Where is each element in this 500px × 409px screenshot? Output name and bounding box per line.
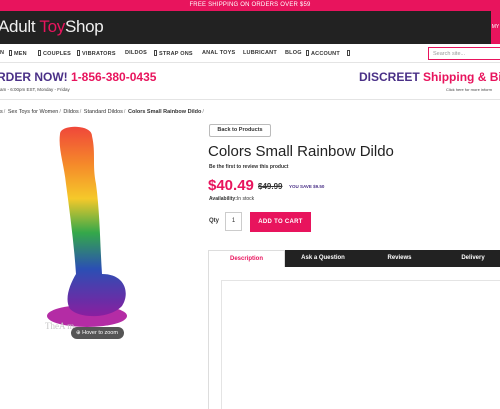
nav-item-men[interactable]: MEN: [9, 50, 27, 57]
couples-icon: [38, 50, 41, 56]
discreet-banner: DISCREET Shipping & Billi: [359, 70, 500, 84]
savings-text: YOU SAVE $9.50: [289, 184, 325, 189]
image-watermark: TheA m: [45, 321, 75, 331]
add-to-cart-button[interactable]: ADD TO CART: [250, 212, 311, 232]
breadcrumb: s/ Sex Toys for Women/ Dildos/ Standard …: [0, 109, 204, 115]
breadcrumb-item[interactable]: Dildos: [63, 109, 78, 115]
nav-item-anal-toys[interactable]: ANAL TOYS: [202, 50, 235, 56]
site-header: Adult ToyShop: [0, 11, 500, 44]
divider: [0, 99, 500, 100]
tab-delivery[interactable]: Delivery: [438, 250, 500, 267]
order-now-banner: RDER NOW! 1-856-380-0435: [0, 70, 157, 84]
strap-ons-icon: [154, 50, 157, 56]
breadcrumb-current: Colors Small Rainbow Dildo: [127, 109, 202, 115]
vibrators-icon: [77, 50, 80, 56]
tab-ask-question[interactable]: Ask a Question: [285, 250, 361, 267]
logo-text-adult: Adult: [0, 17, 40, 36]
hover-to-zoom[interactable]: ⊕ Hover to zoom: [71, 327, 124, 339]
nav-item-account[interactable]: ACCOUNT: [306, 50, 340, 57]
nav-item-vibrators[interactable]: VIBRATORS: [77, 50, 116, 57]
availability: Availability:In stock: [209, 196, 255, 202]
tab-description[interactable]: Description: [208, 250, 285, 267]
search-input[interactable]: Search site...: [428, 47, 500, 60]
site-logo[interactable]: Adult ToyShop: [0, 17, 104, 37]
sale-price: $40.49: [208, 177, 254, 194]
nav-item-couples[interactable]: COUPLES: [38, 50, 71, 57]
account-icon: [306, 50, 309, 56]
discreet-info-link[interactable]: Click here for more inform: [446, 87, 492, 92]
product-image[interactable]: [30, 124, 160, 339]
original-price: $49.99: [258, 182, 283, 191]
logo-text-toy: Toy: [39, 17, 65, 36]
nav-item-strap-ons[interactable]: STRAP ONS: [154, 50, 193, 57]
nav-item-blog[interactable]: BLOG: [285, 50, 302, 56]
breadcrumb-item[interactable]: Standard Dildos: [84, 109, 123, 115]
product-title: Colors Small Rainbow Dildo: [208, 143, 394, 160]
breadcrumb-item[interactable]: s: [0, 109, 3, 115]
free-shipping-banner: FREE SHIPPING ON ORDERS OVER $59: [0, 0, 500, 11]
description-content-frame: [221, 280, 500, 409]
my-account-tab[interactable]: MY: [491, 11, 500, 44]
review-link[interactable]: Be the first to review this product: [209, 164, 288, 170]
qty-label: Qty: [209, 218, 220, 224]
phone-number[interactable]: 1-856-380-0435: [71, 70, 156, 84]
main-nav: N MEN COUPLES VIBRATORS DILDOS STRAP ONS…: [0, 44, 500, 63]
back-to-products-button[interactable]: Back to Products: [209, 124, 271, 137]
nav-item-partial[interactable]: N: [0, 50, 4, 56]
product-tabs: Description Ask a Question Reviews Deliv…: [208, 250, 500, 267]
logo-text-shop: Shop: [64, 17, 104, 36]
tab-reviews[interactable]: Reviews: [361, 250, 438, 267]
cart-icon[interactable]: [347, 50, 352, 57]
men-icon: [9, 50, 12, 56]
nav-item-dildos[interactable]: DILDOS: [125, 50, 147, 56]
quantity-field[interactable]: 1: [225, 212, 242, 231]
nav-item-lubricant[interactable]: LUBRICANT: [243, 50, 277, 56]
business-hours: am - 6:00pm EST, Monday - Friday: [0, 87, 70, 92]
breadcrumb-item[interactable]: Sex Toys for Women: [8, 109, 59, 115]
